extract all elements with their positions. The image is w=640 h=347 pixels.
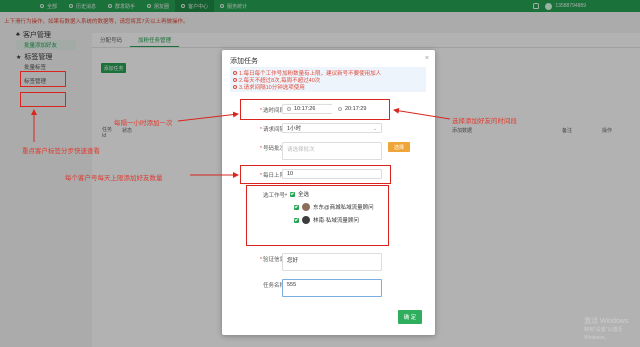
verify-row: *验证信息 您好: [222, 253, 435, 273]
select-batch-button[interactable]: 选择: [388, 142, 410, 152]
annotation-box-worker: [246, 185, 389, 246]
info-icon: [233, 77, 237, 82]
chevron-down-icon: ⌄: [372, 126, 377, 132]
annotation-box-batch-tags: [20, 71, 66, 87]
tip-line: 3.请求间隔10分钟选项使用: [233, 83, 423, 91]
close-icon[interactable]: ×: [425, 55, 429, 62]
annotation-interval-note: 每隔一小时添加一次: [114, 120, 173, 127]
tip-box: 1.每日每个工作号加粉数量有上限，建议新号不要使用加人 2.每天不超过8次,每周…: [230, 67, 426, 92]
annotation-time-note: 选择添加好友的时间段: [452, 118, 517, 125]
interval-select[interactable]: 1小时 ⌄: [282, 123, 382, 133]
info-icon: [233, 70, 237, 75]
interval-row: *请求间隔 1小时 ⌄: [222, 123, 435, 134]
modal-title: 添加任务: [230, 58, 258, 65]
annotation-tag-note: 重点客户标签分步快速查看: [22, 148, 100, 155]
batch-input[interactable]: 请选择批次: [282, 142, 382, 160]
annotation-box-daily-limit: [240, 165, 391, 184]
activation-watermark: 激活 Windows 转到"设置"以激活 Windows。: [584, 318, 629, 341]
annotation-daily-note: 每个客户号每天上限添加好友数量: [65, 175, 163, 182]
batch-row: *号码批次 请选择批次 选择: [222, 142, 435, 162]
info-icon: [233, 84, 237, 89]
task-name-input[interactable]: 555: [282, 279, 382, 297]
confirm-button[interactable]: 确 定: [398, 310, 422, 324]
verify-input[interactable]: 您好: [282, 253, 382, 271]
task-name-row: 任务名称 555: [222, 279, 435, 299]
annotation-box-tag-manage: [20, 92, 66, 107]
annotation-box-time-range: [240, 99, 390, 120]
